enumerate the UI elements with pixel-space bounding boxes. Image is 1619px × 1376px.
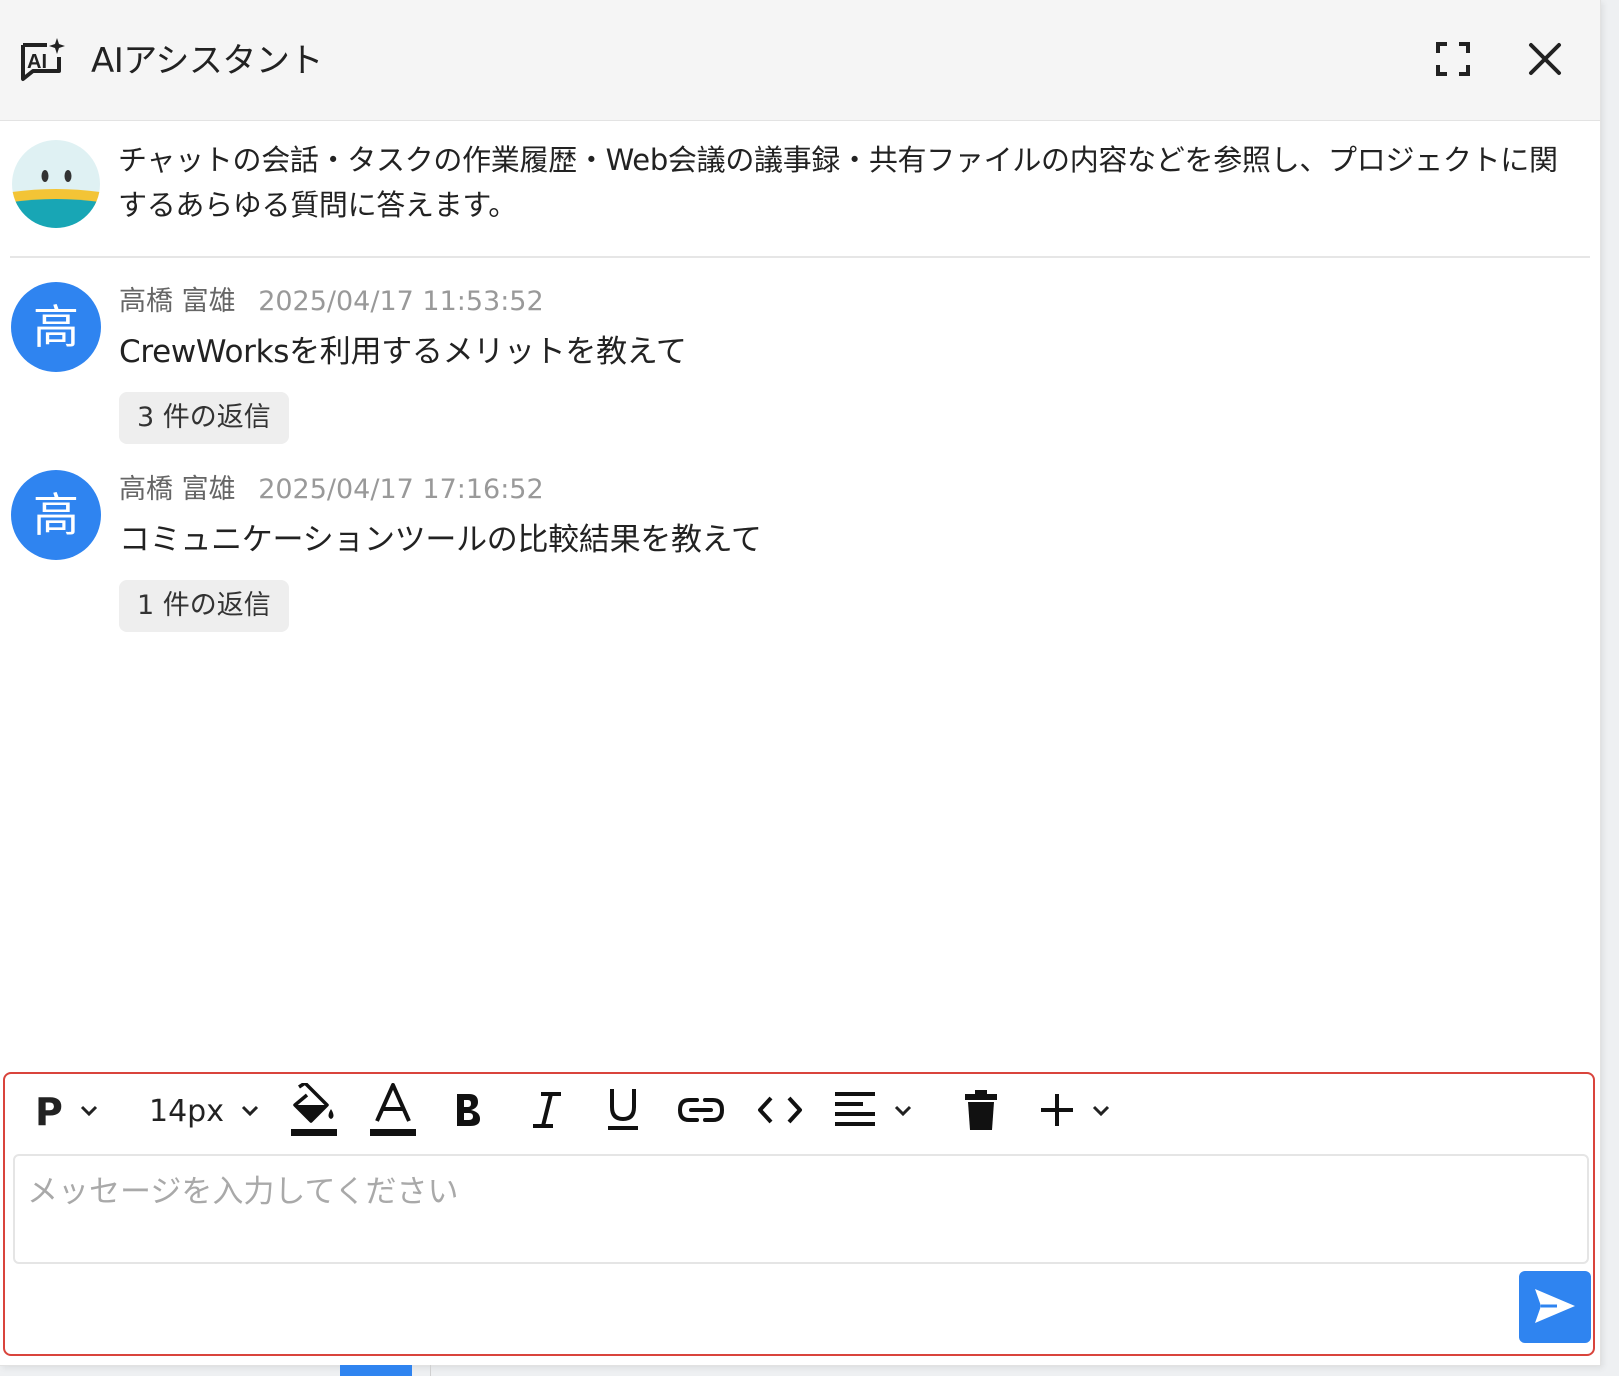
- chevron-down-icon: [240, 1103, 260, 1122]
- bold-button[interactable]: [453, 1080, 483, 1144]
- editor-toolbar: P 14px: [5, 1074, 1593, 1154]
- panel-title: AIアシスタント: [91, 41, 323, 81]
- reply-count-button[interactable]: 3 件の返信: [119, 392, 289, 444]
- reply-count-button[interactable]: 1 件の返信: [119, 580, 289, 632]
- send-button[interactable]: [1519, 1271, 1591, 1343]
- background-tab-indicator: [340, 1365, 412, 1376]
- message-text: CrewWorksを利用するメリットを教えて: [119, 334, 687, 370]
- code-button[interactable]: [757, 1080, 803, 1144]
- insert-more-dropdown[interactable]: [1039, 1080, 1111, 1144]
- message-text: コミュニケーションツールの比較結果を教えて: [119, 522, 762, 558]
- code-icon: [757, 1095, 803, 1129]
- close-button[interactable]: [1520, 36, 1570, 86]
- fullscreen-icon: [1435, 41, 1471, 81]
- send-icon: [1533, 1287, 1577, 1328]
- text-color-button[interactable]: [369, 1080, 417, 1144]
- insert-link-button[interactable]: [677, 1080, 725, 1144]
- avatar: 高: [11, 282, 101, 372]
- link-icon: [677, 1095, 725, 1129]
- ai-sparkle-icon: AI: [17, 35, 69, 87]
- font-size-value: 14px: [149, 1094, 224, 1129]
- font-size-dropdown[interactable]: 14px: [149, 1080, 260, 1144]
- highlight-color-button[interactable]: [291, 1080, 339, 1144]
- align-dropdown[interactable]: [835, 1080, 913, 1144]
- bold-icon: [453, 1090, 483, 1134]
- message-author: 高橋 富雄: [119, 286, 236, 317]
- svg-text:AI: AI: [27, 51, 47, 73]
- panel-header: AI AIアシスタント: [0, 0, 1600, 121]
- font-color-icon: [369, 1083, 417, 1141]
- avatar: 高: [11, 470, 101, 560]
- block-format-dropdown[interactable]: P: [35, 1080, 99, 1144]
- align-left-icon: [835, 1090, 877, 1134]
- fullscreen-button[interactable]: [1428, 36, 1478, 86]
- italic-icon: [529, 1090, 565, 1134]
- message-meta: 高橋 富雄 2025/04/17 17:16:52: [119, 472, 544, 508]
- ai-assistant-panel: AI AIアシスタント チャットの会話・タスクの作業履歴・Web会議の議事録・共…: [0, 0, 1601, 1366]
- italic-button[interactable]: [529, 1080, 565, 1144]
- plus-icon: [1039, 1092, 1075, 1132]
- message-timestamp: 2025/04/17 17:16:52: [258, 474, 544, 505]
- message-input[interactable]: [13, 1154, 1589, 1264]
- chevron-down-icon: [893, 1103, 913, 1122]
- background-divider: [430, 1365, 431, 1376]
- trash-icon: [965, 1090, 997, 1134]
- message-meta: 高橋 富雄 2025/04/17 11:53:52: [119, 284, 544, 320]
- chevron-down-icon: [1091, 1103, 1111, 1122]
- chevron-down-icon: [79, 1103, 99, 1122]
- message-timestamp: 2025/04/17 11:53:52: [258, 286, 544, 317]
- block-format-value: P: [35, 1090, 63, 1134]
- assistant-avatar: [12, 140, 100, 228]
- paint-bucket-icon: [291, 1081, 339, 1141]
- intro-description: チャットの会話・タスクの作業履歴・Web会議の議事録・共有ファイルの内容などを参…: [118, 143, 1558, 222]
- message-author: 高橋 富雄: [119, 474, 236, 505]
- delete-button[interactable]: [965, 1080, 997, 1144]
- message-composer: P 14px: [3, 1072, 1595, 1356]
- underline-button[interactable]: [605, 1080, 641, 1144]
- underline-icon: [605, 1087, 641, 1137]
- assistant-intro: チャットの会話・タスクの作業履歴・Web会議の議事録・共有ファイルの内容などを参…: [10, 122, 1590, 258]
- close-icon: [1527, 41, 1563, 81]
